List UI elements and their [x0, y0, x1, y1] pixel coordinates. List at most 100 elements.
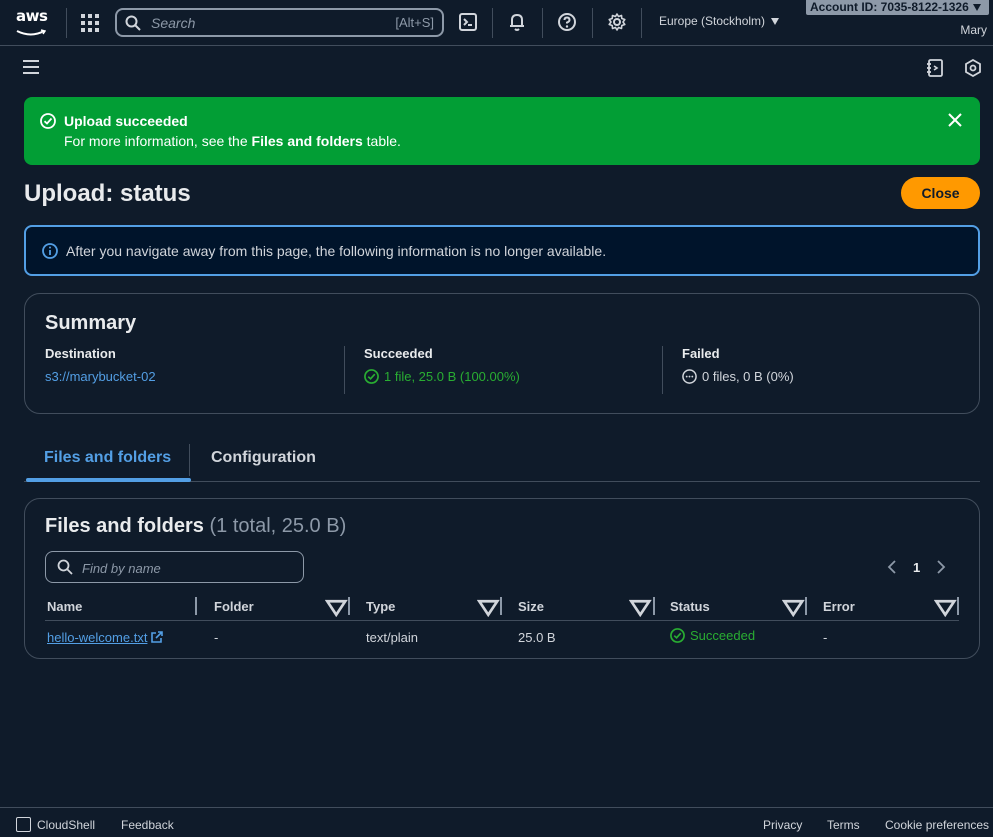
column-resizer[interactable]	[348, 597, 350, 615]
tab-configuration[interactable]: Configuration	[191, 440, 336, 481]
flash-title: Upload succeeded	[64, 113, 188, 129]
find-by-name-input[interactable]	[82, 558, 282, 578]
nav-divider	[641, 8, 642, 38]
failed-value: 0 files, 0 B (0%)	[702, 369, 794, 384]
notifications-bell-icon[interactable]	[507, 12, 527, 32]
column-header-size[interactable]: Size	[518, 595, 544, 617]
footer-cloudshell[interactable]: CloudShell	[37, 818, 95, 832]
caret-down-icon	[771, 18, 780, 25]
footer-terms[interactable]: Terms	[827, 818, 860, 832]
column-resizer[interactable]	[195, 597, 197, 615]
footer-feedback[interactable]: Feedback	[121, 818, 174, 832]
pagination: 1	[887, 559, 946, 575]
column-resizer[interactable]	[957, 597, 959, 615]
sort-caret-icon[interactable]	[934, 595, 957, 617]
succeeded-column: Succeeded 1 file, 25.0 B (100.00%)	[364, 346, 520, 396]
close-icon[interactable]	[948, 113, 962, 127]
cloudshell-icon[interactable]	[458, 12, 478, 32]
sort-caret-icon[interactable]	[325, 595, 348, 617]
flash-body-suffix: table.	[362, 133, 401, 149]
column-header-error[interactable]: Error	[823, 595, 855, 617]
cell-error: -	[823, 630, 828, 645]
destination-link[interactable]: s3://marybucket-02	[45, 369, 156, 384]
top-navigation: aws [Alt+S] Europe (Stockholm) Account I…	[0, 0, 993, 46]
destination-label: Destination	[45, 346, 116, 361]
summary-divider	[344, 346, 345, 394]
failed-column: Failed 0 files, 0 B (0%)	[682, 346, 794, 396]
chevron-left-icon[interactable]	[887, 560, 897, 574]
cell-name: hello-welcome.txt	[47, 630, 164, 645]
files-table-title: Files and folders (1 total, 25.0 B)	[45, 515, 346, 538]
help-icon[interactable]	[557, 12, 577, 32]
failed-label: Failed	[682, 346, 720, 361]
close-button[interactable]: Close	[901, 177, 980, 209]
search-icon	[57, 559, 73, 575]
tab-files-and-folders[interactable]: Files and folders	[24, 440, 192, 482]
summary-container: Summary Destination s3://marybucket-02 S…	[24, 293, 980, 414]
flash-body-prefix: For more information, see the	[64, 133, 252, 149]
settings-gear-icon[interactable]	[607, 12, 627, 32]
account-menu[interactable]: Account ID: 7035-8122-1326	[806, 0, 989, 15]
column-header-type[interactable]: Type	[366, 595, 395, 617]
search-icon	[125, 15, 141, 31]
aws-logo[interactable]: aws	[16, 8, 50, 36]
search-input[interactable]	[151, 13, 371, 33]
table-header: Name Folder Type Size Status Error	[45, 595, 959, 621]
success-flashbar: Upload succeeded For more information, s…	[24, 97, 980, 165]
info-text: After you navigate away from this page, …	[66, 243, 607, 259]
sort-caret-icon[interactable]	[629, 595, 652, 617]
column-resizer[interactable]	[805, 597, 807, 615]
success-check-icon	[670, 628, 685, 643]
table-row: hello-welcome.txt - text/plain 25.0 B Su…	[45, 627, 959, 649]
summary-title: Summary	[45, 312, 137, 334]
success-check-icon	[364, 369, 379, 384]
info-icon	[42, 243, 58, 259]
succeeded-label: Succeeded	[364, 346, 433, 361]
region-selector[interactable]: Europe (Stockholm)	[659, 14, 780, 28]
column-header-status[interactable]: Status	[670, 595, 710, 617]
tab-bar: Files and folders Configuration	[24, 440, 980, 482]
info-alert: After you navigate away from this page, …	[24, 225, 980, 276]
column-resizer[interactable]	[653, 597, 655, 615]
flash-body: For more information, see the Files and …	[64, 133, 401, 149]
search-shortcut: [Alt+S]	[395, 15, 434, 30]
account-id-label: Account ID: 7035-8122-1326	[810, 0, 969, 14]
nav-divider	[592, 8, 593, 38]
nav-divider	[66, 8, 67, 38]
hexagon-settings-icon[interactable]	[964, 59, 982, 77]
footer-privacy[interactable]: Privacy	[763, 818, 802, 832]
notebook-icon[interactable]	[926, 59, 944, 77]
nav-divider	[542, 8, 543, 38]
current-page[interactable]: 1	[913, 560, 920, 575]
files-title-text: Files and folders	[45, 515, 204, 537]
cell-type: text/plain	[366, 630, 419, 645]
summary-divider	[662, 346, 663, 394]
search-box[interactable]: [Alt+S]	[115, 8, 444, 37]
cell-size: 25.0 B	[518, 630, 556, 645]
external-link-icon[interactable]	[150, 630, 164, 644]
destination-column: Destination s3://marybucket-02	[45, 346, 156, 396]
pending-dots-icon	[682, 369, 697, 384]
menu-hamburger-icon[interactable]	[23, 60, 39, 74]
cloudshell-icon[interactable]	[16, 817, 31, 832]
cell-folder: -	[214, 630, 219, 645]
footer-cookie-preferences[interactable]: Cookie preferences	[885, 818, 989, 832]
succeeded-value: 1 file, 25.0 B (100.00%)	[384, 369, 520, 384]
footer: CloudShell Feedback Privacy Terms Cookie…	[0, 807, 993, 837]
column-resizer[interactable]	[500, 597, 502, 615]
find-by-name-field[interactable]	[45, 551, 304, 583]
secondary-toolbar	[0, 47, 993, 89]
caret-down-icon	[972, 4, 981, 11]
column-header-name[interactable]: Name	[47, 595, 82, 617]
column-header-folder[interactable]: Folder	[214, 595, 254, 617]
aws-logo-text: aws	[16, 7, 48, 25]
files-count: (1 total, 25.0 B)	[209, 515, 347, 537]
region-label: Europe (Stockholm)	[659, 14, 766, 28]
services-grid-icon[interactable]	[81, 14, 99, 32]
user-name[interactable]: Mary	[960, 23, 987, 37]
file-name-link[interactable]: hello-welcome.txt	[47, 630, 147, 645]
sort-caret-icon[interactable]	[477, 595, 500, 617]
nav-divider	[492, 8, 493, 38]
sort-caret-icon[interactable]	[782, 595, 805, 617]
chevron-right-icon[interactable]	[936, 560, 946, 574]
